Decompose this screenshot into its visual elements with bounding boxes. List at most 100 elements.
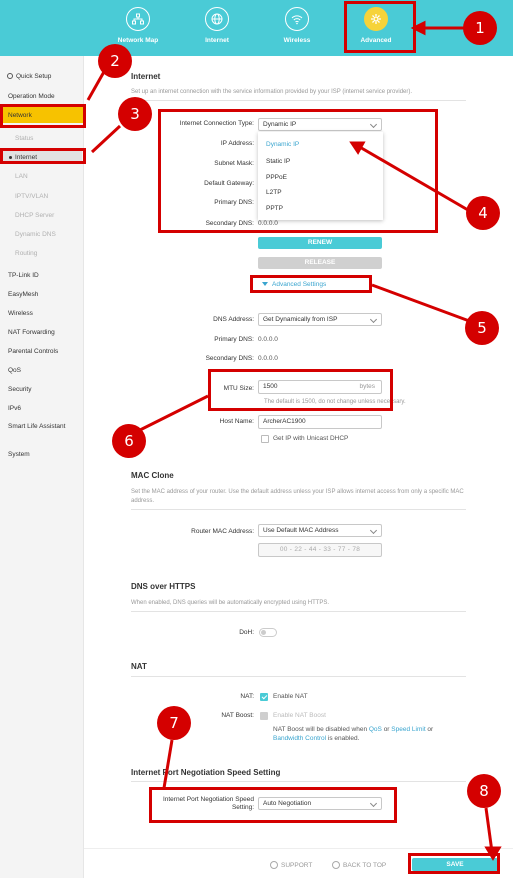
divider [131,781,466,782]
nat-boost-note: NAT Boost will be disabled when QoS or S… [273,725,473,743]
badge-3: 3 [118,97,152,131]
divider [131,611,466,612]
sidebar-item-tplink-id[interactable]: TP-Link ID [8,272,39,279]
arrow-up-icon [332,861,340,869]
router-mac-select[interactable]: Use Default MAC Address [258,524,382,537]
sidebar-item-label: Internet [15,154,38,161]
doh-toggle[interactable] [259,628,277,637]
headset-icon [270,861,278,869]
label-line: Internet Port Negotiation Speed [162,796,254,803]
renew-button[interactable]: RENEW [258,237,382,249]
option-l2tp[interactable]: L2TP [266,189,282,196]
adv-primary-dns-value: 0.0.0.0 [258,336,278,343]
sidebar-sub-dhcp-server[interactable]: DHCP Server [15,212,54,219]
adv-primary-dns-label: Primary DNS: [214,336,254,343]
select-value: Get Dynamically from ISP [263,316,338,323]
note-text: or [425,726,434,733]
mac-address-input[interactable]: 00 - 22 - 44 - 33 - 77 - 78 [258,543,382,557]
dns-address-select[interactable]: Get Dynamically from ISP [258,313,382,326]
chevron-down-icon [369,526,378,535]
sidebar-sub-lan[interactable]: LAN [15,173,28,180]
wifi-icon [285,7,309,31]
sidebar-item-security[interactable]: Security [8,386,31,393]
internet-title: Internet [131,72,161,81]
top-nav: Network Map Internet Wireless Advanced [0,0,513,56]
divider [131,100,466,101]
sidebar-item-smart-life[interactable]: Smart Life Assistant [8,423,68,431]
input-value: ArcherAC1900 [263,418,306,425]
enable-nat-checkbox[interactable] [260,693,268,701]
sidebar-internet-highlight [2,151,82,163]
sidebar-sub-iptv-vlan[interactable]: IPTV/VLAN [15,193,48,200]
mtu-size-label: MTU Size: [223,385,254,392]
unicast-dhcp-label: Get IP with Unicast DHCP [273,435,349,442]
sidebar-item-easymesh[interactable]: EasyMesh [8,291,38,298]
divider [131,676,466,677]
badge-2: 2 [98,44,132,78]
speed-limit-link[interactable]: Speed Limit [391,726,425,733]
host-name-input[interactable]: ArcherAC1900 [258,415,382,429]
badge-7: 7 [157,706,191,740]
mac-clone-description: Set the MAC address of your router. Use … [131,489,464,504]
nat-boost-checkbox[interactable] [260,712,268,720]
nav-wireless[interactable]: Wireless [252,0,342,56]
mtu-size-input[interactable]: 1500 bytes [258,380,382,394]
doh-label: DoH: [239,629,254,636]
option-pppoe[interactable]: PPPoE [266,174,287,181]
release-button[interactable]: RELEASE [258,257,382,269]
back-to-top-link[interactable]: BACK TO TOP [332,861,386,869]
sidebar-sub-routing[interactable]: Routing [15,250,37,257]
dns-address-label: DNS Address: [213,316,254,323]
nav-internet[interactable]: Internet [172,0,262,56]
note-text: or [381,726,392,733]
option-static-ip[interactable]: Static IP [266,158,290,165]
select-value: Use Default MAC Address [263,527,339,534]
advanced-settings-toggle[interactable]: Advanced Settings [262,281,326,288]
support-link[interactable]: SUPPORT [270,861,312,869]
sidebar-item-ipv6[interactable]: IPv6 [8,405,21,412]
label-line: Setting: [231,804,254,811]
nav-advanced[interactable]: Advanced [331,0,421,56]
arrow-5 [371,283,473,324]
sidebar-item-system[interactable]: System [8,451,30,458]
sidebar-item-parental-controls[interactable]: Parental Controls [8,348,58,355]
ip-address-label: IP Address: [220,140,254,147]
sidebar-item-operation-mode[interactable]: Operation Mode [8,93,55,100]
sidebar-item-quick-setup[interactable]: Quick Setup [7,73,51,80]
select-value: Auto Negotiation [263,800,312,807]
nat-title: NAT [131,662,147,671]
doh-description: When enabled, DNS queries will be automa… [131,600,330,606]
nav-label: Internet [205,37,229,44]
nat-label: NAT: [240,693,254,700]
sidebar-sub-internet[interactable]: Internet [9,154,38,161]
option-dynamic-ip[interactable]: Dynamic IP [266,141,299,148]
network-map-icon [126,7,150,31]
badge-6: 6 [112,424,146,458]
sidebar-item-qos[interactable]: QoS [8,367,21,374]
adv-secondary-dns-label: Secondary DNS: [205,355,254,362]
bandwidth-control-link[interactable]: Bandwidth Control [273,735,326,742]
gear-icon [364,7,388,31]
subnet-mask-label: Subnet Mask: [214,160,254,167]
mac-clone-title: MAC Clone [131,471,174,480]
sidebar-item-network[interactable]: Network [8,112,32,119]
nav-label: Advanced [360,37,392,44]
input-value: 1500 [263,383,278,390]
nav-label: Wireless [283,37,311,44]
back-to-top-label: BACK TO TOP [343,862,387,869]
option-pptp[interactable]: PPTP [266,205,283,212]
primary-dns-label: Primary DNS: [214,199,254,206]
support-label: SUPPORT [281,862,313,869]
speed-setting-select[interactable]: Auto Negotiation [258,797,382,810]
unicast-dhcp-checkbox[interactable] [261,435,269,443]
divider [131,509,466,510]
conn-type-select[interactable]: Dynamic IP [258,118,382,131]
arrow-8 [484,807,494,853]
sidebar-sub-dynamic-dns[interactable]: Dynamic DNS [15,231,56,238]
qos-link[interactable]: QoS [369,726,382,733]
sidebar-item-wireless[interactable]: Wireless [8,310,33,317]
sidebar-item-nat-forwarding[interactable]: NAT Forwarding [8,329,55,336]
sidebar-sub-status[interactable]: Status [15,135,33,142]
sidebar-item-label: Quick Setup [16,73,52,80]
save-button[interactable]: SAVE [412,858,498,871]
